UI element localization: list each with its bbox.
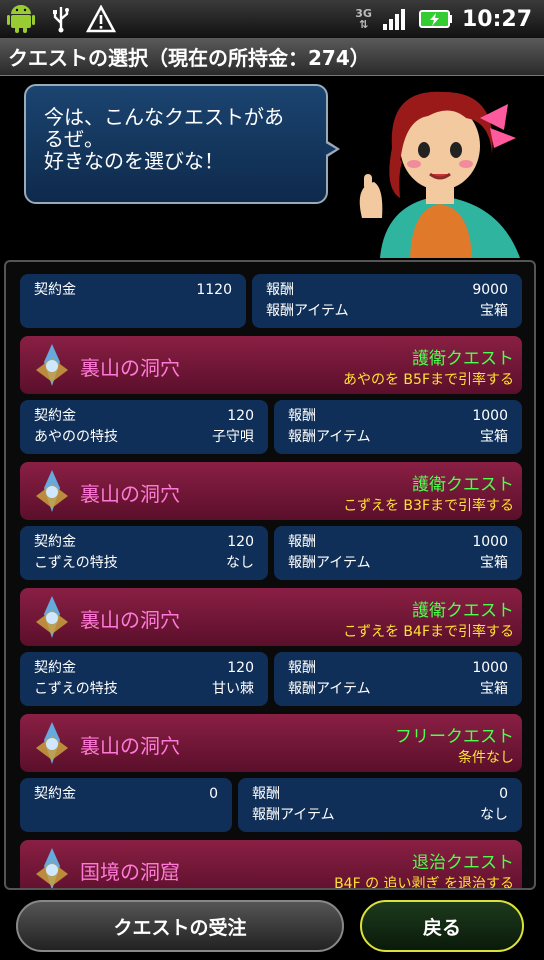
- clock: 10:27: [461, 6, 532, 32]
- quest-info-row: 契約金 1120 報酬 9000 報酬アイテム 宝箱: [20, 274, 522, 328]
- quest-condition: こずえを B4Fまで引率する: [343, 624, 514, 640]
- quest-name: 国境の洞窟: [80, 860, 180, 884]
- quest-item[interactable]: 裏山の洞穴 護衛クエスト あやのを B5Fまで引率する: [20, 336, 522, 394]
- reward-label: 報酬: [252, 786, 280, 802]
- speech-bubble-tail-inner: [324, 142, 336, 156]
- quest-fee-box: 契約金 120 こずえの特技 甘い棘: [20, 652, 268, 706]
- skill-value: 甘い棘: [212, 681, 254, 697]
- quest-type: 護衛クエスト: [412, 349, 514, 369]
- fee-value: 120: [227, 660, 254, 676]
- reward-item-label: 報酬アイテム: [266, 303, 349, 319]
- quest-condition: B4F の 追い剥ぎ を退治する: [334, 876, 514, 890]
- reward-item-value: 宝箱: [480, 429, 508, 445]
- accept-quest-button[interactable]: クエストの受注: [16, 900, 344, 952]
- reward-item-label: 報酬アイテム: [252, 807, 335, 823]
- quest-type: 退治クエスト: [412, 853, 514, 873]
- reward-label: 報酬: [266, 282, 294, 298]
- crystal-emblem-icon: [32, 594, 72, 640]
- quest-reward-box: 報酬 1000 報酬アイテム 宝箱: [274, 526, 522, 580]
- quest-type: 護衛クエスト: [412, 601, 514, 621]
- reward-value: 9000: [472, 282, 508, 298]
- page-title: クエストの選択（現在の所持金：274）: [0, 38, 544, 76]
- quest-name: 裏山の洞穴: [80, 356, 180, 380]
- speech-line-3: 好きなのを選びな！: [44, 149, 224, 173]
- reward-item-label: 報酬アイテム: [288, 681, 371, 697]
- quest-type: フリークエスト: [395, 727, 514, 747]
- reward-item-value: 宝箱: [480, 681, 508, 697]
- skill-value: なし: [226, 555, 254, 571]
- quest-info-row: 契約金 120 あやのの特技 子守唄 報酬 1000 報酬アイテム 宝箱: [20, 400, 522, 454]
- crystal-emblem-icon: [32, 720, 72, 766]
- fee-label: 契約金: [34, 282, 76, 298]
- reward-label: 報酬: [288, 534, 316, 550]
- shopkeeper-character-image: [340, 78, 540, 258]
- fee-label: 契約金: [34, 660, 76, 676]
- quest-name: 裏山の洞穴: [80, 482, 180, 506]
- quest-reward-box: 報酬 1000 報酬アイテム 宝箱: [274, 400, 522, 454]
- network-type-indicator: 3G ⇅: [355, 7, 372, 31]
- fee-value: 1120: [196, 282, 232, 298]
- quest-fee-box: 契約金 0: [20, 778, 232, 832]
- signal-strength-icon: [380, 4, 410, 34]
- quest-fee-box: 契約金 120 あやのの特技 子守唄: [20, 400, 268, 454]
- quest-fee-box: 契約金 120 こずえの特技 なし: [20, 526, 268, 580]
- reward-value: 1000: [472, 660, 508, 676]
- skill-label: こずえの特技: [34, 555, 118, 571]
- reward-item-label: 報酬アイテム: [288, 429, 371, 445]
- fee-label: 契約金: [34, 534, 76, 550]
- status-bar: 3G ⇅ 10:27: [0, 0, 544, 38]
- quest-type: 護衛クエスト: [412, 475, 514, 495]
- quest-fee-box: 契約金 1120: [20, 274, 246, 328]
- skill-value: 子守唄: [212, 429, 254, 445]
- speech-line-1: 今は、こんなクエストがあ: [44, 105, 284, 129]
- reward-value: 0: [499, 786, 508, 802]
- skill-label: こずえの特技: [34, 681, 118, 697]
- back-button[interactable]: 戻る: [360, 900, 524, 952]
- reward-value: 1000: [472, 534, 508, 550]
- fee-value: 120: [227, 408, 254, 424]
- quest-info-row: 契約金 120 こずえの特技 甘い棘 報酬 1000 報酬アイテム 宝箱: [20, 652, 522, 706]
- quest-item[interactable]: 裏山の洞穴 護衛クエスト こずえを B4Fまで引率する: [20, 588, 522, 646]
- quest-condition: あやのを B5Fまで引率する: [342, 372, 514, 388]
- fee-value: 0: [209, 786, 218, 802]
- quest-name: 裏山の洞穴: [80, 608, 180, 632]
- quest-item[interactable]: 裏山の洞穴 護衛クエスト こずえを B3Fまで引率する: [20, 462, 522, 520]
- quest-reward-box: 報酬 9000 報酬アイテム 宝箱: [252, 274, 522, 328]
- quest-info-row: 契約金 120 こずえの特技 なし 報酬 1000 報酬アイテム 宝箱: [20, 526, 522, 580]
- crystal-emblem-icon: [32, 342, 72, 388]
- fee-label: 契約金: [34, 786, 76, 802]
- warning-icon: [86, 4, 116, 34]
- reward-item-value: なし: [480, 807, 508, 823]
- skill-label: あやのの特技: [34, 429, 118, 445]
- crystal-emblem-icon: [32, 846, 72, 888]
- quest-list-panel[interactable]: 契約金 1120 報酬 9000 報酬アイテム 宝箱 裏山の洞穴 護衛クエスト あやの…: [4, 260, 536, 890]
- reward-label: 報酬: [288, 660, 316, 676]
- fee-value: 120: [227, 534, 254, 550]
- crystal-emblem-icon: [32, 468, 72, 514]
- quest-item[interactable]: 裏山の洞穴 フリークエスト 条件なし: [20, 714, 522, 772]
- android-icon: [6, 4, 36, 34]
- reward-item-value: 宝箱: [480, 555, 508, 571]
- speech-bubble: 今は、こんなクエストがあ るぜ。 好きなのを選びな！: [24, 84, 328, 204]
- battery-charging-icon: [418, 4, 454, 34]
- quest-item[interactable]: 国境の洞窟 退治クエスト B4F の 追い剥ぎ を退治する: [20, 840, 522, 890]
- usb-icon: [46, 4, 76, 34]
- reward-label: 報酬: [288, 408, 316, 424]
- quest-condition: こずえを B3Fまで引率する: [343, 498, 514, 514]
- quest-reward-box: 報酬 1000 報酬アイテム 宝箱: [274, 652, 522, 706]
- reward-value: 1000: [472, 408, 508, 424]
- quest-info-row: 契約金 0 報酬 0 報酬アイテム なし: [20, 778, 522, 832]
- quest-condition: 条件なし: [458, 750, 514, 766]
- quest-reward-box: 報酬 0 報酬アイテム なし: [238, 778, 522, 832]
- quest-name: 裏山の洞穴: [80, 734, 180, 758]
- reward-item-label: 報酬アイテム: [288, 555, 371, 571]
- fee-label: 契約金: [34, 408, 76, 424]
- speech-line-2: るぜ。: [44, 127, 104, 151]
- reward-item-value: 宝箱: [480, 303, 508, 319]
